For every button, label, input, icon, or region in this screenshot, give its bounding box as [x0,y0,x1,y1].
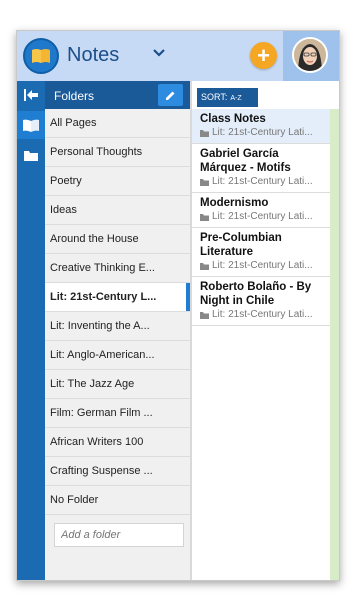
note-folder-label: Lit: 21st-Century Lati... [212,309,313,320]
folders-header: Folders [45,81,190,109]
note-title: Class Notes [200,113,266,125]
folder-item-label: Personal Thoughts [50,146,143,158]
folder-item-label: Lit: The Jazz Age [50,378,135,390]
folder-icon[interactable] [17,141,45,169]
left-rail [17,81,45,580]
folder-item-label: Lit: Inventing the A... [50,320,150,332]
folder-icon [200,129,209,137]
note-folder-label: Lit: 21st-Century Lati... [212,176,313,187]
pencil-icon[interactable] [158,84,183,106]
folder-item[interactable]: Crafting Suspense ... [45,457,190,486]
folder-icon [200,262,209,270]
note-meta: Lit: 21st-Century Lati... [200,210,326,224]
collapse-left-icon[interactable] [17,81,45,109]
folder-item[interactable]: No Folder [45,486,190,515]
sort-label: SORT: [201,92,228,102]
note-meta: Lit: 21st-Century Lati... [200,126,326,140]
app-window: Notes + Folders All Pages Personal Thoug… [16,30,340,581]
folder-item[interactable]: Lit: Anglo-American... [45,341,190,370]
folder-item-label: Lit: Anglo-American... [50,349,155,361]
note-folder-label: Lit: 21st-Century Lati... [212,127,313,138]
folder-item[interactable]: Personal Thoughts [45,138,190,167]
folder-item[interactable]: Lit: 21st-Century L... [45,283,190,312]
notebook-icon[interactable] [17,111,45,139]
chevron-down-icon[interactable] [151,45,167,61]
folder-item-label: All Pages [50,117,97,129]
folders-title: Folders [54,89,95,103]
folder-item-label: Crafting Suspense ... [50,465,153,477]
folder-icon [200,178,209,186]
note-item[interactable]: Pre-Columbian Literature Lit: 21st-Centur… [192,228,330,277]
folders-panel: Folders All Pages Personal Thoughts Poetry… [45,81,190,580]
notes-panel: SORT: A-Z Class Notes Lit: 21st-Century La… [192,81,330,580]
add-folder-input[interactable] [54,523,184,547]
folder-item[interactable]: Lit: Inventing the A... [45,312,190,341]
notebook-icon[interactable] [23,38,59,74]
folder-item[interactable]: Film: German Film ... [45,399,190,428]
folder-item[interactable]: Around the House [45,225,190,254]
folder-item-label: Around the House [50,233,139,245]
note-item[interactable]: Class Notes Lit: 21st-Century Lati... [192,109,330,144]
note-meta: Lit: 21st-Century Lati... [200,175,326,189]
folder-icon [200,213,209,221]
profile-area [283,31,339,81]
add-note-button[interactable]: + [250,42,277,69]
folder-icon [200,311,209,319]
scrollbar[interactable] [330,109,339,580]
sort-button[interactable]: SORT: A-Z [197,88,258,107]
folder-list: All Pages Personal Thoughts Poetry Ideas Aro… [45,109,190,515]
folder-item-label: African Writers 100 [50,436,144,448]
header: Notes + [17,31,339,81]
note-list: Class Notes Lit: 21st-Century Lati... Gabr… [192,109,330,326]
folder-item-label: Lit: 21st-Century L... [50,291,157,303]
folder-item[interactable]: All Pages [45,109,190,138]
sort-mode: A-Z [230,95,242,102]
folder-item-label: Ideas [50,204,77,216]
note-item[interactable]: Modernismo Lit: 21st-Century Lati... [192,193,330,228]
folder-item[interactable]: Ideas [45,196,190,225]
note-title: Modernismo [200,197,269,209]
folder-item[interactable]: Lit: The Jazz Age [45,370,190,399]
folder-item-label: No Folder [50,494,99,506]
folder-item[interactable]: African Writers 100 [45,428,190,457]
note-meta: Lit: 21st-Century Lati... [200,259,326,273]
note-folder-label: Lit: 21st-Century Lati... [212,260,313,271]
avatar[interactable] [292,37,328,73]
folder-item[interactable]: Creative Thinking E... [45,254,190,283]
folder-item-label: Poetry [50,175,82,187]
note-title: Gabriel García Márquez - Motifs [200,148,291,174]
folder-item[interactable]: Poetry [45,167,190,196]
folder-item-label: Film: German Film ... [50,407,153,419]
note-title: Roberto Bolaño - By Night in Chile [200,281,312,307]
note-item[interactable]: Roberto Bolaño - By Night in Chile Lit: 2… [192,277,330,326]
app-title[interactable]: Notes [67,44,119,67]
sort-row: SORT: A-Z [192,81,330,109]
note-title: Pre-Columbian Literature [200,232,282,258]
folder-item-label: Creative Thinking E... [50,262,155,274]
note-item[interactable]: Gabriel García Márquez - Motifs Lit: 21st… [192,144,330,193]
note-meta: Lit: 21st-Century Lati... [200,308,326,322]
note-folder-label: Lit: 21st-Century Lati... [212,211,313,222]
